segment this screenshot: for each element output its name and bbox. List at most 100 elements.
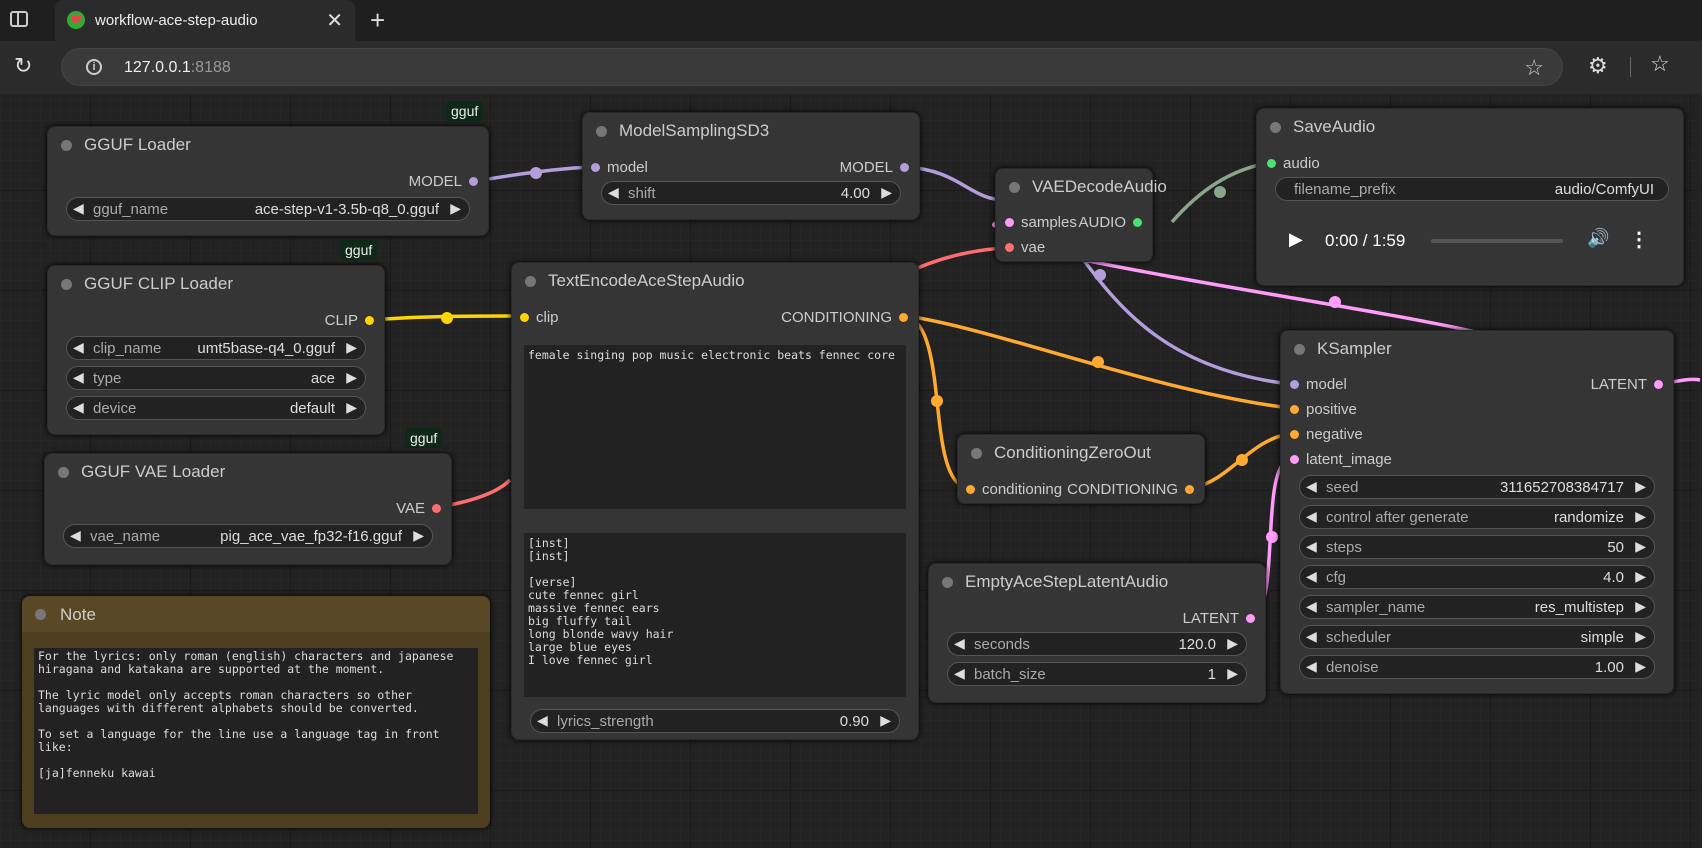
output-model[interactable]: MODEL <box>409 173 478 190</box>
link-midpoint <box>1236 454 1248 466</box>
audio-progress-bar[interactable] <box>1431 239 1563 243</box>
input-positive[interactable]: positive <box>1290 401 1357 418</box>
input-clip[interactable]: clip <box>520 309 559 326</box>
node-header[interactable]: GGUF VAE Loader <box>45 454 451 488</box>
node-empty-ace-step-latent[interactable]: EmptyAceStepLatentAudio LATENT ◀ seconds 1… <box>928 563 1266 703</box>
node-note[interactable]: Note For the lyrics: only roman (english… <box>22 596 490 828</box>
collapse-dot[interactable] <box>35 609 46 620</box>
node-vae-decode-audio[interactable]: VAEDecodeAudio samples vae AUDIO <box>995 168 1167 262</box>
more-options-icon[interactable]: ⋮ <box>1629 227 1649 252</box>
node-header[interactable]: KSampler <box>1281 331 1673 365</box>
node-title: ModelSamplingSD3 <box>619 121 770 140</box>
node-title: GGUF VAE Loader <box>81 462 226 481</box>
type-combo[interactable]: ◀ type ace ▶ <box>66 366 366 390</box>
output-audio[interactable]: AUDIO <box>1078 214 1142 231</box>
sampler-name-combo[interactable]: ◀ sampler_name res_multistep ▶ <box>1299 595 1655 619</box>
node-header[interactable]: ModelSamplingSD3 <box>583 113 919 147</box>
audio-player[interactable]: ▶ 0:00 / 1:59 🔊 ⋮ <box>1289 221 1649 261</box>
node-ksampler[interactable]: KSampler model positive negative latent_… <box>1280 330 1674 694</box>
node-gguf-loader[interactable]: GGUF Loader MODEL ◀ gguf_name ace-step-v1-… <box>47 126 489 236</box>
node-title: KSampler <box>1317 339 1392 358</box>
clip-name-combo[interactable]: ◀ clip_name umt5base-q4_0.gguf ▶ <box>66 336 366 360</box>
collapse-dot[interactable] <box>61 140 72 151</box>
node-header[interactable]: ConditioningZeroOut <box>958 435 1204 469</box>
link-midpoint <box>1214 186 1226 198</box>
node-gguf-vae-loader[interactable]: GGUF VAE Loader VAE ◀ vae_name pig_ace_vae… <box>44 453 452 565</box>
node-gguf-clip-loader[interactable]: GGUF CLIP Loader CLIP ◀ clip_name umt5base… <box>47 265 385 435</box>
play-icon[interactable]: ▶ <box>1289 229 1303 250</box>
volume-icon[interactable]: 🔊 <box>1587 228 1609 249</box>
output-latent[interactable]: LATENT <box>1183 610 1255 627</box>
output-clip[interactable]: CLIP <box>325 312 374 329</box>
input-samples[interactable]: samples <box>1005 214 1077 231</box>
collapse-dot[interactable] <box>58 467 69 478</box>
input-negative[interactable]: negative <box>1290 426 1363 443</box>
link-midpoint <box>931 395 943 407</box>
audio-time: 0:00 / 1:59 <box>1325 231 1406 250</box>
input-conditioning[interactable]: conditioning <box>966 481 1062 498</box>
node-header[interactable]: GGUF CLIP Loader <box>48 266 384 300</box>
collapse-dot[interactable] <box>596 126 607 137</box>
device-combo[interactable]: ◀ device default ▶ <box>66 396 366 420</box>
collapse-dot[interactable] <box>1294 344 1305 355</box>
node-header[interactable]: EmptyAceStepLatentAudio <box>929 564 1265 598</box>
collapse-dot[interactable] <box>525 276 536 287</box>
node-header[interactable]: Note <box>22 596 490 632</box>
collapse-dot[interactable] <box>1270 122 1281 133</box>
gguf-badge: gguf <box>340 240 378 260</box>
output-conditioning[interactable]: CONDITIONING <box>1067 481 1194 498</box>
gguf-badge: gguf <box>405 428 443 448</box>
input-latent-image[interactable]: latent_image <box>1290 451 1392 468</box>
node-text-encode-ace-step[interactable]: TextEncodeAceStepAudio clip CONDITIONING… <box>511 262 919 740</box>
node-model-sampling[interactable]: ModelSamplingSD3 model MODEL ◀ shift 4.00 ▶ <box>582 112 920 220</box>
node-title: GGUF Loader <box>84 135 191 154</box>
collapse-dot[interactable] <box>61 279 72 290</box>
output-latent[interactable]: LATENT <box>1591 376 1663 393</box>
seed-number[interactable]: ◀ seed 311652708384717 ▶ <box>1299 475 1655 499</box>
input-vae[interactable]: vae <box>1005 239 1045 256</box>
link-midpoint <box>530 167 542 179</box>
output-model[interactable]: MODEL <box>840 159 909 176</box>
output-conditioning[interactable]: CONDITIONING <box>781 309 908 326</box>
node-title: ConditioningZeroOut <box>994 443 1151 462</box>
gguf-name-combo[interactable]: ◀ gguf_name ace-step-v1-3.5b-q8_0.gguf ▶ <box>66 197 470 221</box>
node-title: TextEncodeAceStepAudio <box>548 271 745 290</box>
tags-textarea[interactable]: female singing pop music electronic beat… <box>524 345 906 509</box>
control-after-generate-combo[interactable]: ◀ control after generate randomize ▶ <box>1299 505 1655 529</box>
link-midpoint <box>1329 296 1341 308</box>
link-model-2 <box>905 165 1006 202</box>
note-textarea[interactable]: For the lyrics: only roman (english) cha… <box>34 648 478 814</box>
collapse-dot[interactable] <box>942 577 953 588</box>
filename-prefix-input[interactable]: filename_prefix audio/ComfyUI <box>1275 177 1669 201</box>
output-vae[interactable]: VAE <box>396 500 441 517</box>
node-save-audio[interactable]: SaveAudio audio filename_prefix audio/Com… <box>1256 108 1684 286</box>
seconds-number[interactable]: ◀ seconds 120.0 ▶ <box>947 632 1247 656</box>
node-header[interactable]: SaveAudio <box>1257 109 1683 143</box>
cfg-number[interactable]: ◀ cfg 4.0 ▶ <box>1299 565 1655 589</box>
node-header[interactable]: GGUF Loader <box>48 127 488 161</box>
input-audio[interactable]: audio <box>1267 155 1320 172</box>
node-title: EmptyAceStepLatentAudio <box>965 572 1169 591</box>
steps-number[interactable]: ◀ steps 50 ▶ <box>1299 535 1655 559</box>
input-model[interactable]: model <box>1290 376 1347 393</box>
link-midpoint <box>441 312 453 324</box>
batch-size-number[interactable]: ◀ batch_size 1 ▶ <box>947 662 1247 686</box>
node-conditioning-zero-out[interactable]: ConditioningZeroOut conditioning CONDITI… <box>957 434 1205 504</box>
node-title: Note <box>60 605 96 624</box>
link-midpoint <box>1266 531 1278 543</box>
collapse-dot[interactable] <box>971 448 982 459</box>
node-header[interactable]: TextEncodeAceStepAudio <box>512 263 918 297</box>
shift-number[interactable]: ◀ shift 4.00 ▶ <box>601 181 901 205</box>
gguf-badge: gguf <box>446 101 484 121</box>
collapse-dot[interactable] <box>1009 182 1020 193</box>
lyrics-strength-number[interactable]: ◀ lyrics_strength 0.90 ▶ <box>530 709 900 733</box>
vae-name-combo[interactable]: ◀ vae_name pig_ace_vae_fp32-f16.gguf ▶ <box>63 524 433 548</box>
link-midpoint <box>1094 269 1106 281</box>
node-title: VAEDecodeAudio <box>1032 177 1167 196</box>
input-model[interactable]: model <box>591 159 648 176</box>
node-header[interactable]: VAEDecodeAudio <box>996 169 1167 203</box>
node-title: GGUF CLIP Loader <box>84 274 233 293</box>
scheduler-combo[interactable]: ◀ scheduler simple ▶ <box>1299 625 1655 649</box>
denoise-number[interactable]: ◀ denoise 1.00 ▶ <box>1299 655 1655 679</box>
lyrics-textarea[interactable]: [inst] [inst] [verse] cute fennec girl m… <box>524 533 906 697</box>
